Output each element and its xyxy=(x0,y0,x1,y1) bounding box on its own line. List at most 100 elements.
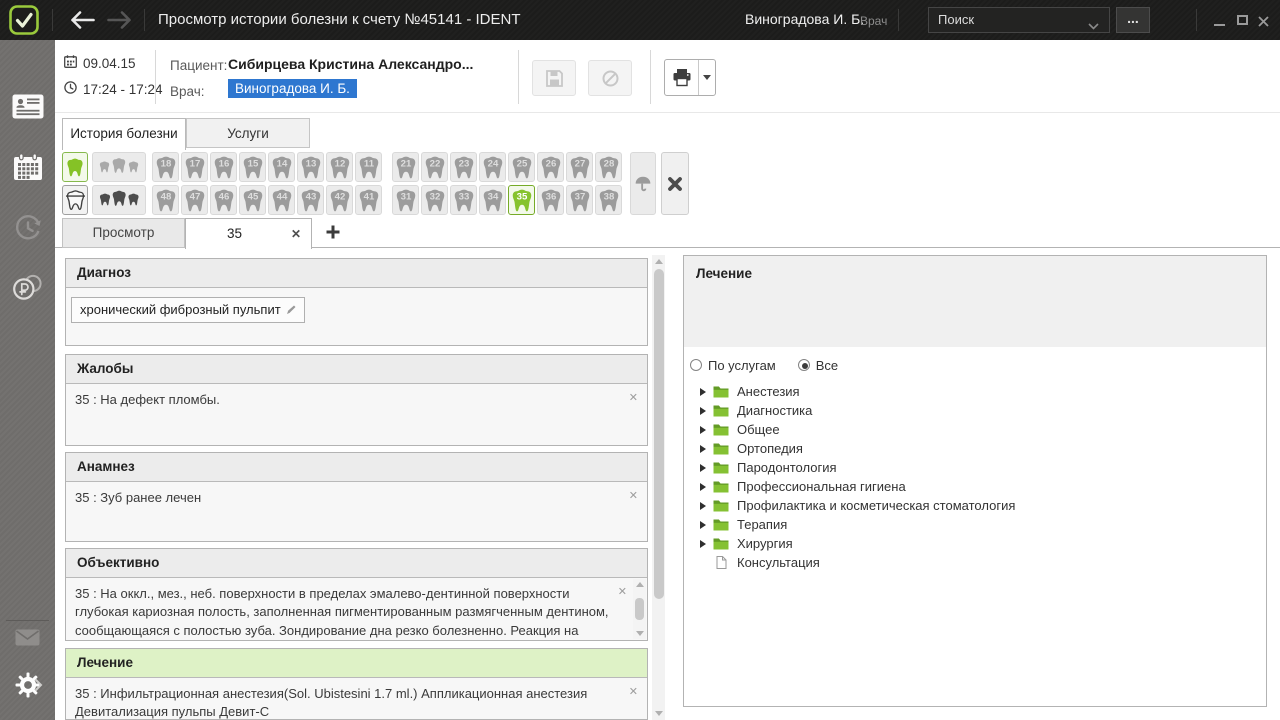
left-panel-scrollbar[interactable] xyxy=(652,255,665,720)
tooth-button-26[interactable]: 26 xyxy=(537,152,564,182)
tooth-button-17[interactable]: 17 xyxy=(181,152,208,182)
ruble-payments-icon[interactable] xyxy=(0,274,55,301)
all-teeth-mode-button[interactable] xyxy=(92,185,146,215)
add-tab-button[interactable] xyxy=(325,224,341,245)
section-body[interactable]: хронический фиброзный пульпит xyxy=(66,288,647,345)
tooth-button-23[interactable]: 23 xyxy=(450,152,477,182)
tooth-button-16[interactable]: 16 xyxy=(210,152,237,182)
minimize-icon[interactable] xyxy=(1214,24,1225,26)
radio-selected-icon[interactable] xyxy=(798,359,810,371)
radio-by-services[interactable]: По услугам xyxy=(690,358,776,373)
scroll-up-icon[interactable] xyxy=(655,259,663,264)
tooth-button-22[interactable]: 22 xyxy=(421,152,448,182)
tooth-button-24[interactable]: 24 xyxy=(479,152,506,182)
tooth-button-31[interactable]: 31 xyxy=(392,185,419,215)
expand-arrow-icon[interactable] xyxy=(700,483,706,491)
retained-tooth-button[interactable] xyxy=(630,152,656,215)
history-clock-icon[interactable] xyxy=(0,213,55,243)
scrollbar-thumb[interactable] xyxy=(654,269,664,599)
tooth-button-46[interactable]: 46 xyxy=(210,185,237,215)
back-arrow-icon[interactable] xyxy=(70,11,96,34)
tooth-button-38[interactable]: 38 xyxy=(595,185,622,215)
scrollbar-thumb[interactable] xyxy=(635,598,644,620)
scroll-down-icon[interactable] xyxy=(655,711,663,716)
doctor-name-selected[interactable]: Виноградова И. Б. xyxy=(228,79,357,98)
tooth-button-48[interactable]: 48 xyxy=(152,185,179,215)
chevron-right-icon[interactable] xyxy=(28,678,48,692)
tooth-button-44[interactable]: 44 xyxy=(268,185,295,215)
tooth-button-43[interactable]: 43 xyxy=(297,185,324,215)
tree-item-0[interactable]: Анестезия xyxy=(690,382,1266,401)
denture-mode-button[interactable] xyxy=(62,185,88,215)
expand-arrow-icon[interactable] xyxy=(700,521,706,529)
expand-arrow-icon[interactable] xyxy=(700,540,706,548)
tooth-button-34[interactable]: 34 xyxy=(479,185,506,215)
tooth-button-18[interactable]: 18 xyxy=(152,152,179,182)
expand-arrow-icon[interactable] xyxy=(700,426,706,434)
diagnosis-chip[interactable]: хронический фиброзный пульпит xyxy=(71,297,305,323)
tooth-button-15[interactable]: 15 xyxy=(239,152,266,182)
cancel-button[interactable] xyxy=(588,60,632,96)
save-button[interactable] xyxy=(532,60,576,96)
clear-tooth-selection-button[interactable] xyxy=(661,152,689,215)
expand-arrow-icon[interactable] xyxy=(700,464,706,472)
radio-all[interactable]: Все xyxy=(798,358,838,373)
tooth-button-35[interactable]: 35 xyxy=(508,185,535,215)
current-user-name[interactable]: Виноградова И. Б. xyxy=(745,11,864,27)
print-button[interactable] xyxy=(664,59,716,96)
section-clear-icon[interactable]: ✕ xyxy=(629,489,638,505)
section-body[interactable]: 35 : На дефект пломбы.✕ xyxy=(66,384,647,445)
tree-item-7[interactable]: Терапия xyxy=(690,515,1266,534)
search-input[interactable]: Поиск xyxy=(928,7,1110,33)
tooth-button-14[interactable]: 14 xyxy=(268,152,295,182)
tooth-button-12[interactable]: 12 xyxy=(326,152,353,182)
section-clear-icon[interactable]: ✕ xyxy=(629,391,638,407)
tree-item-4[interactable]: Пародонтология xyxy=(690,458,1266,477)
forward-arrow-icon[interactable] xyxy=(106,11,132,34)
close-icon[interactable] xyxy=(1258,14,1269,32)
tree-item-5[interactable]: Профессиональная гигиена xyxy=(690,477,1266,496)
section-scrollbar[interactable] xyxy=(633,579,646,639)
tooth-button-42[interactable]: 42 xyxy=(326,185,353,215)
section-body[interactable]: 35 : Инфильтрационная анестезия(Sol. Ubi… xyxy=(66,678,647,719)
tooth-button-33[interactable]: 33 xyxy=(450,185,477,215)
expand-arrow-icon[interactable] xyxy=(700,445,706,453)
section-clear-icon[interactable]: ✕ xyxy=(618,585,627,601)
tree-item-6[interactable]: Профилактика и косметическая стоматологи… xyxy=(690,496,1266,515)
tab-history[interactable]: История болезни xyxy=(62,118,186,150)
subtab-tooth-35[interactable]: 35 ✕ xyxy=(185,218,312,249)
permanent-teeth-mode-button[interactable] xyxy=(62,152,88,182)
subtab-view[interactable]: Просмотр xyxy=(62,218,185,248)
tree-item-9[interactable]: Консультация xyxy=(690,553,1266,572)
expand-arrow-icon[interactable] xyxy=(700,388,706,396)
printer-icon[interactable] xyxy=(665,60,699,95)
tooth-button-13[interactable]: 13 xyxy=(297,152,324,182)
tree-item-8[interactable]: Хирургия xyxy=(690,534,1266,553)
tooth-button-47[interactable]: 47 xyxy=(181,185,208,215)
tooth-button-25[interactable]: 25 xyxy=(508,152,535,182)
tooth-button-32[interactable]: 32 xyxy=(421,185,448,215)
tree-item-1[interactable]: Диагностика xyxy=(690,401,1266,420)
tooth-button-37[interactable]: 37 xyxy=(566,185,593,215)
tooth-button-28[interactable]: 28 xyxy=(595,152,622,182)
tooth-button-36[interactable]: 36 xyxy=(537,185,564,215)
maximize-icon[interactable] xyxy=(1237,15,1248,25)
patient-name[interactable]: Сибирцева Кристина Александро... xyxy=(228,56,473,72)
tooth-button-11[interactable]: 11 xyxy=(355,152,382,182)
close-tab-icon[interactable]: ✕ xyxy=(291,227,301,241)
print-dropdown-button[interactable] xyxy=(699,60,715,95)
chevron-down-icon[interactable] xyxy=(1088,17,1099,35)
section-body[interactable]: 35 : Зуб ранее лечен✕ xyxy=(66,482,647,541)
baby-teeth-mode-button[interactable] xyxy=(92,152,146,182)
section-clear-icon[interactable]: ✕ xyxy=(629,685,638,701)
patient-card-icon[interactable] xyxy=(0,94,55,119)
calendar-icon[interactable] xyxy=(0,153,55,181)
tree-item-3[interactable]: Ортопедия xyxy=(690,439,1266,458)
tooth-button-21[interactable]: 21 xyxy=(392,152,419,182)
radio-icon[interactable] xyxy=(690,359,702,371)
tooth-button-41[interactable]: 41 xyxy=(355,185,382,215)
tree-item-2[interactable]: Общее xyxy=(690,420,1266,439)
section-body[interactable]: 35 : На оккл., мез., неб. поверхности в … xyxy=(66,578,647,640)
tab-services[interactable]: Услуги xyxy=(186,118,310,148)
mail-icon[interactable] xyxy=(0,629,55,646)
